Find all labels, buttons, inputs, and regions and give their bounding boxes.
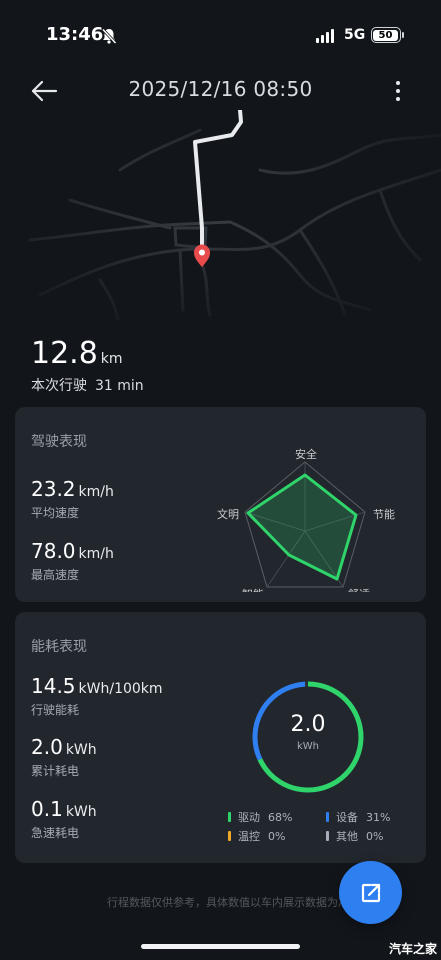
trip-label: 本次行驶: [31, 378, 87, 394]
avg-speed: 23.2 km/h 平均速度: [31, 477, 114, 521]
energy-title: 能耗表现: [31, 639, 87, 655]
watermark: 汽车之家: [388, 942, 437, 956]
driving-title: 驾驶表现: [31, 434, 87, 450]
max-speed-value: 78.0: [31, 539, 76, 563]
status-time: 13:46: [46, 24, 104, 45]
battery-icon: 50: [371, 27, 404, 43]
energy-rapid: 0.1 kWh 急速耗电: [31, 797, 97, 841]
trip-duration: 本次行驶 31 min: [31, 375, 144, 395]
bell-off-icon: [101, 28, 117, 45]
radar-label-eco: 节能: [373, 507, 395, 521]
avg-speed-label: 平均速度: [31, 506, 80, 520]
driving-radar-chart: 安全 节能 舒适 智能 文明: [217, 447, 395, 592]
max-speed: 78.0 km/h 最高速度: [31, 539, 114, 583]
distance-value: 12.8: [31, 336, 98, 371]
home-indicator[interactable]: [141, 944, 300, 949]
consumption-unit: kWh/100km: [78, 681, 163, 697]
radar-label-safety: 安全: [295, 447, 317, 461]
duration-value: 31 min: [95, 378, 144, 394]
legend-other: 其他 0%: [326, 828, 383, 844]
radar-label-comfort: 舒适: [348, 587, 370, 592]
total-label: 累计耗电: [31, 764, 80, 778]
rapid-unit: kWh: [65, 804, 97, 820]
trip-distance: 12.8 km: [31, 336, 123, 371]
signal-icon: [316, 29, 334, 43]
driving-card[interactable]: 驾驶表现 23.2km/h 平均速度 78.0km/h 最高速度 安全 节能 舒…: [15, 407, 426, 602]
total-unit: kWh: [65, 742, 97, 758]
avg-speed-value: 23.2: [31, 477, 76, 501]
share-button[interactable]: [339, 861, 402, 924]
energy-total: 2.0 kWh 累计耗电: [31, 735, 97, 779]
legend-device: 设备 31%: [326, 809, 390, 825]
rapid-label: 急速耗电: [31, 826, 80, 840]
energy-consumption: 14.5 kWh/100km 行驶能耗: [31, 674, 163, 718]
consumption-label: 行驶能耗: [31, 703, 80, 717]
radar-label-civility: 文明: [217, 507, 239, 521]
battery-level: 50: [373, 29, 398, 41]
distance-unit: km: [100, 351, 123, 367]
page-title: 2025/12/16 08:50: [128, 77, 313, 101]
max-speed-unit: km/h: [78, 546, 114, 562]
max-speed-label: 最高速度: [31, 568, 80, 582]
status-bar: 13:46 5G 50: [0, 0, 441, 70]
consumption-value: 14.5: [31, 674, 76, 698]
network-type: 5G: [344, 27, 366, 43]
radar-label-smart: 智能: [242, 587, 264, 592]
route-map[interactable]: [0, 110, 441, 320]
legend-climate: 温控 0%: [228, 828, 285, 844]
rapid-value: 0.1: [31, 797, 63, 821]
energy-card[interactable]: 能耗表现 14.5 kWh/100km 行驶能耗 2.0 kWh 累计耗电 0.1 k…: [15, 612, 426, 863]
total-value: 2.0: [31, 735, 63, 759]
ring-value: 2.0: [290, 712, 326, 737]
legend-drive: 驱动 68%: [228, 809, 292, 825]
share-icon: [361, 883, 380, 902]
avg-speed-unit: km/h: [78, 484, 114, 500]
more-vertical-icon[interactable]: [388, 78, 408, 104]
ring-unit: kWh: [296, 741, 320, 752]
energy-donut-chart: [252, 681, 364, 793]
